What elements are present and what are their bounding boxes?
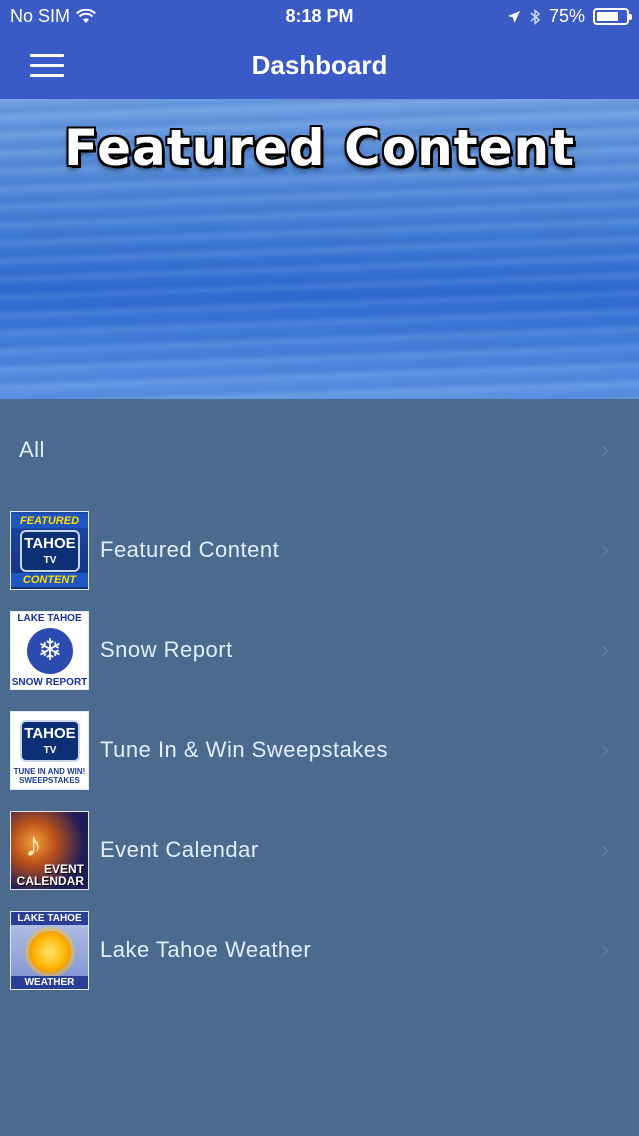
list-item-label: All	[19, 437, 45, 462]
list-item-label: Event Calendar	[100, 837, 259, 862]
featured-banner[interactable]: Featured Content	[0, 99, 639, 399]
page-title: Dashboard	[251, 50, 388, 80]
logo-text: TAHOE	[24, 535, 76, 552]
thumbnail-caption: TUNE IN AND WIN! SWEEPSTAKES	[13, 767, 86, 785]
chevron-right-icon: ›	[601, 836, 609, 863]
chevron-right-icon: ›	[601, 936, 609, 963]
list-item-all[interactable]: All ›	[0, 400, 639, 500]
list-item-label: Lake Tahoe Weather	[100, 937, 312, 962]
top-bar: No SIM 8:18 PM 75% Dashboard	[0, 0, 639, 99]
sun-icon	[29, 931, 71, 973]
battery-icon	[593, 8, 632, 25]
thumbnail-caption: LAKE TAHOE	[11, 912, 88, 925]
snow-report-thumbnail: LAKE TAHOE ❄ SNOW REPORT	[10, 611, 89, 690]
thumbnail-caption: FEATURED	[11, 514, 88, 528]
tahoe-tv-logo: TAHOE TV	[20, 720, 80, 762]
list-item-lake-tahoe-weather[interactable]: LAKE TAHOE WEATHER Lake Tahoe Weather ›	[0, 900, 639, 1000]
list-item-label: Featured Content	[100, 537, 280, 562]
status-bar: No SIM 8:18 PM 75%	[0, 0, 639, 34]
logo-subtext: TV	[43, 555, 57, 566]
list-item-snow-report[interactable]: LAKE TAHOE ❄ SNOW REPORT Snow Report ›	[0, 600, 639, 700]
list-item-label: Snow Report	[100, 637, 233, 662]
location-arrow-icon	[507, 10, 520, 23]
category-list: All › FEATURED TAHOE TV CONTENT Featured …	[0, 400, 639, 1000]
list-item-event-calendar[interactable]: ♪ EVENT CALENDAR Event Calendar ›	[0, 800, 639, 900]
thumbnail-caption: LAKE TAHOE	[17, 613, 82, 624]
tune-in-win-thumbnail: TAHOE TV TUNE IN AND WIN! SWEEPSTAKES	[10, 711, 89, 790]
snowflake-icon: ❄	[27, 628, 73, 674]
bluetooth-icon	[530, 8, 541, 25]
battery-fill	[597, 12, 618, 21]
status-right: 75%	[507, 6, 632, 27]
tahoe-tv-logo: TAHOE TV	[20, 530, 80, 572]
list-item-label: Tune In & Win Sweepstakes	[100, 737, 389, 762]
thumbnail-caption: EVENT CALENDAR	[16, 862, 84, 888]
chevron-right-icon: ›	[601, 436, 609, 463]
battery-percent: 75%	[548, 6, 585, 26]
chevron-right-icon: ›	[601, 636, 609, 663]
thumbnail-caption: CONTENT	[11, 573, 88, 587]
weather-thumbnail: LAKE TAHOE WEATHER	[10, 911, 89, 990]
guitar-icon: ♪	[25, 826, 42, 864]
event-calendar-thumbnail: ♪ EVENT CALENDAR	[10, 811, 89, 890]
logo-text: TAHOE	[24, 725, 76, 742]
list-item-featured-content[interactable]: FEATURED TAHOE TV CONTENT Featured Conten…	[0, 500, 639, 600]
chevron-right-icon: ›	[601, 536, 609, 563]
nav-bar: Dashboard	[0, 34, 639, 99]
thumbnail-caption: WEATHER	[11, 976, 88, 989]
featured-content-thumbnail: FEATURED TAHOE TV CONTENT	[10, 511, 89, 590]
banner-title: Featured Content	[64, 119, 575, 177]
thumbnail-caption: SNOW REPORT	[11, 677, 88, 688]
chevron-right-icon: ›	[601, 736, 609, 763]
list-item-tune-in-win[interactable]: TAHOE TV TUNE IN AND WIN! SWEEPSTAKES Tun…	[0, 700, 639, 800]
logo-subtext: TV	[43, 745, 57, 756]
